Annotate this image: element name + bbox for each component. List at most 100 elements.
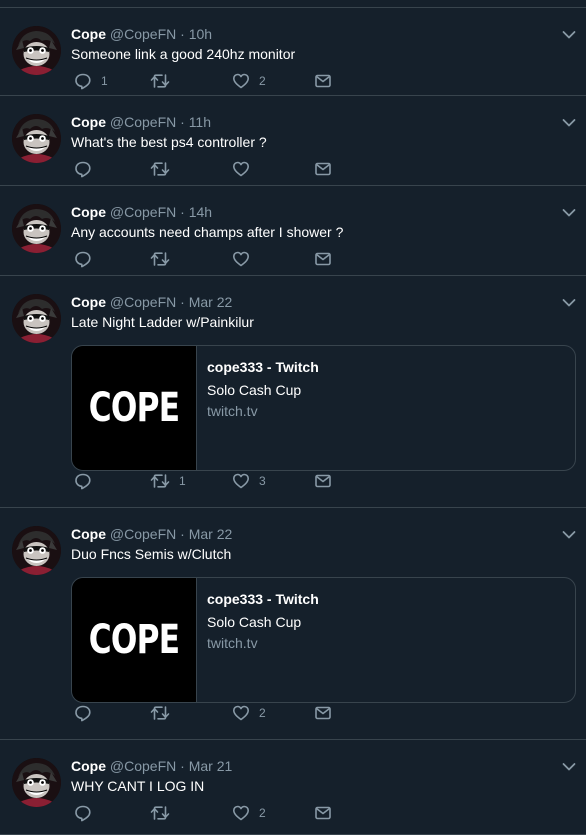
link-card[interactable]: COPE cope333 - Twitch Solo Cash Cup twit… xyxy=(71,345,576,471)
direct-message-button[interactable] xyxy=(314,159,332,179)
timestamp[interactable]: Mar 22 xyxy=(189,294,233,310)
reply-button[interactable] xyxy=(74,471,101,491)
envelope-icon xyxy=(315,806,331,820)
envelope-icon xyxy=(315,474,331,488)
like-button[interactable]: 2 xyxy=(232,71,266,91)
card-thumbnail: COPE xyxy=(72,346,197,470)
like-button[interactable] xyxy=(232,249,259,269)
chevron-down-icon[interactable] xyxy=(562,208,576,218)
username[interactable]: @CopeFN xyxy=(110,294,176,310)
direct-message-button[interactable] xyxy=(314,71,332,91)
retweet-icon xyxy=(150,706,170,720)
display-name[interactable]: Cope xyxy=(71,26,106,42)
tweet-text: What's the best ps4 controller ? xyxy=(71,134,267,150)
retweet-button[interactable] xyxy=(150,803,179,823)
timestamp[interactable]: 10h xyxy=(189,26,212,42)
tweet[interactable]: Cope @CopeFN · 14h Any accounts need cha… xyxy=(0,186,586,276)
tweet-header: Cope @CopeFN · Mar 22 xyxy=(71,525,572,544)
retweet-button[interactable]: 1 xyxy=(150,471,186,491)
like-count: 3 xyxy=(259,474,266,488)
tweet[interactable]: Cope @CopeFN · 11h What's the best ps4 c… xyxy=(0,96,586,186)
avatar[interactable] xyxy=(12,26,61,75)
username[interactable]: @CopeFN xyxy=(110,526,176,542)
timestamp[interactable]: Mar 22 xyxy=(189,526,233,542)
reply-button[interactable] xyxy=(74,703,101,723)
tweet-actions: 1 3 xyxy=(74,471,344,491)
avatar[interactable] xyxy=(12,204,61,253)
heart-icon xyxy=(233,705,249,721)
reply-button[interactable] xyxy=(74,803,101,823)
username[interactable]: @CopeFN xyxy=(110,26,176,42)
chevron-down-icon[interactable] xyxy=(562,118,576,128)
retweet-icon xyxy=(150,252,170,266)
envelope-icon xyxy=(315,252,331,266)
envelope-icon xyxy=(315,74,331,88)
chevron-down-icon[interactable] xyxy=(562,298,576,308)
card-thumbnail-text: COPE xyxy=(88,385,180,431)
envelope-icon xyxy=(315,162,331,176)
timestamp[interactable]: 14h xyxy=(189,204,212,220)
like-button[interactable] xyxy=(232,159,259,179)
tweet-content: Cope @CopeFN · 10h Someone link a good 2… xyxy=(71,25,572,65)
reply-button[interactable]: 1 xyxy=(74,71,108,91)
username[interactable]: @CopeFN xyxy=(110,114,176,130)
retweet-icon xyxy=(150,74,170,88)
tweet-text: Late Night Ladder w/Painkilur xyxy=(71,314,254,330)
tweet-actions: 1 2 xyxy=(74,71,344,91)
direct-message-button[interactable] xyxy=(314,249,332,269)
avatar[interactable] xyxy=(12,758,61,807)
tweet-header: Cope @CopeFN · Mar 21 xyxy=(71,757,572,776)
tweet[interactable]: Cope @CopeFN · Mar 22 Duo Fncs Semis w/C… xyxy=(0,508,586,740)
display-name[interactable]: Cope xyxy=(71,114,106,130)
avatar[interactable] xyxy=(12,114,61,163)
username[interactable]: @CopeFN xyxy=(110,758,176,774)
link-card[interactable]: COPE cope333 - Twitch Solo Cash Cup twit… xyxy=(71,577,576,703)
tweet-actions: 2 xyxy=(74,703,344,723)
like-button[interactable]: 2 xyxy=(232,803,266,823)
tweet-header: Cope @CopeFN · 10h xyxy=(71,25,572,44)
tweet-header: Cope @CopeFN · Mar 22 xyxy=(71,293,572,312)
reply-icon xyxy=(75,73,91,90)
display-name[interactable]: Cope xyxy=(71,758,106,774)
chevron-down-icon[interactable] xyxy=(562,762,576,772)
display-name[interactable]: Cope xyxy=(71,204,106,220)
card-body: cope333 - Twitch Solo Cash Cup twitch.tv xyxy=(207,589,565,652)
heart-icon xyxy=(233,805,249,821)
tweet-content: Cope @CopeFN · Mar 22 Duo Fncs Semis w/C… xyxy=(71,525,572,565)
tweet-text: Any accounts need champs after I shower … xyxy=(71,224,344,240)
avatar[interactable] xyxy=(12,294,61,343)
retweet-button[interactable] xyxy=(150,249,179,269)
tweet[interactable]: Cope @CopeFN · 10h Someone link a good 2… xyxy=(0,7,586,96)
tweet[interactable]: Cope @CopeFN · Mar 22 Late Night Ladder … xyxy=(0,276,586,508)
timestamp[interactable]: 11h xyxy=(189,114,211,130)
direct-message-button[interactable] xyxy=(314,803,332,823)
like-button[interactable]: 2 xyxy=(232,703,266,723)
retweet-button[interactable] xyxy=(150,71,179,91)
reply-count: 1 xyxy=(101,74,108,88)
retweet-icon xyxy=(150,806,170,820)
direct-message-button[interactable] xyxy=(314,471,332,491)
separator: · xyxy=(180,526,185,542)
retweet-count: 1 xyxy=(179,474,186,488)
tweet-text: Duo Fncs Semis w/Clutch xyxy=(71,546,232,562)
direct-message-button[interactable] xyxy=(314,703,332,723)
chevron-down-icon[interactable] xyxy=(562,530,576,540)
card-body: cope333 - Twitch Solo Cash Cup twitch.tv xyxy=(207,357,565,420)
retweet-button[interactable] xyxy=(150,703,179,723)
avatar[interactable] xyxy=(12,526,61,575)
tweet[interactable]: Cope @CopeFN · Mar 21 WHY CANT I LOG IN xyxy=(0,740,586,835)
card-thumbnail-text: COPE xyxy=(88,617,180,663)
chevron-down-icon[interactable] xyxy=(562,30,576,40)
username[interactable]: @CopeFN xyxy=(110,204,176,220)
reply-button[interactable] xyxy=(74,249,101,269)
display-name[interactable]: Cope xyxy=(71,526,106,542)
timestamp[interactable]: Mar 21 xyxy=(189,758,233,774)
reply-icon xyxy=(75,705,91,722)
reply-button[interactable] xyxy=(74,159,101,179)
reply-icon xyxy=(75,251,91,268)
like-button[interactable]: 3 xyxy=(232,471,266,491)
retweet-button[interactable] xyxy=(150,159,179,179)
display-name[interactable]: Cope xyxy=(71,294,106,310)
separator: · xyxy=(180,294,185,310)
heart-icon xyxy=(233,251,249,267)
